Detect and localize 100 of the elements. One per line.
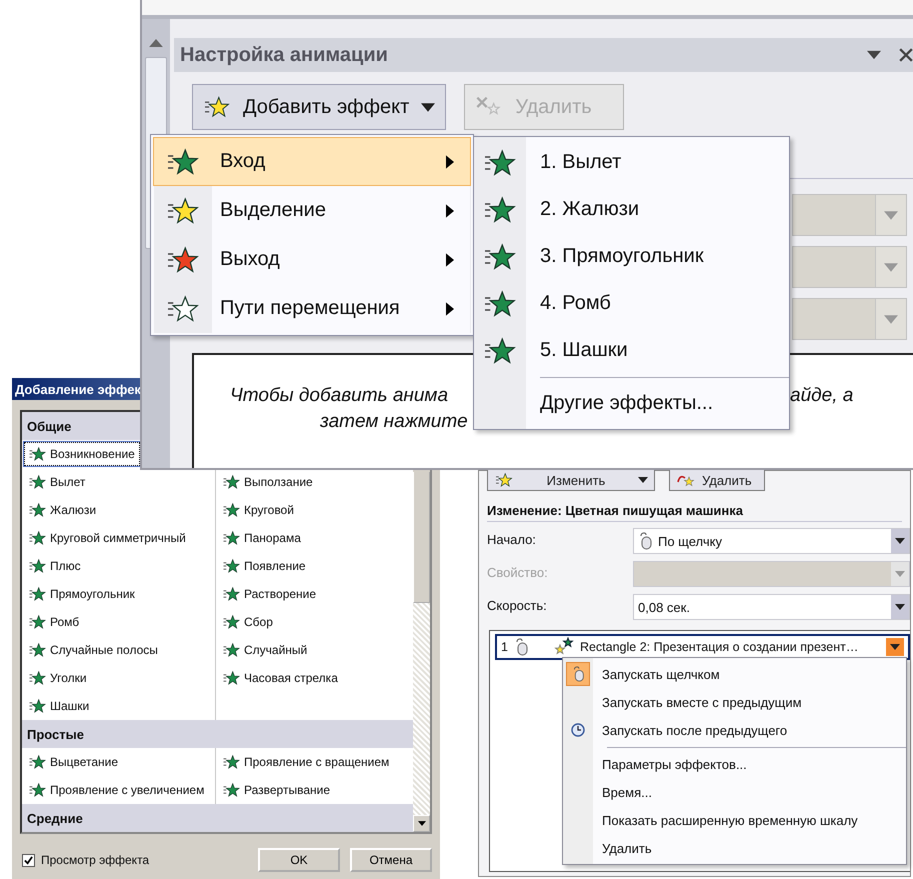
effect-item[interactable]: Проявление с вращением bbox=[218, 750, 394, 774]
star-icon bbox=[167, 146, 199, 176]
submenu-arrow-icon bbox=[446, 154, 454, 168]
star-icon bbox=[484, 242, 516, 272]
effect-item[interactable]: Круговой bbox=[218, 498, 299, 522]
effect-item[interactable]: Выползание bbox=[218, 470, 318, 494]
star-icon bbox=[29, 670, 46, 686]
star-icon bbox=[29, 558, 46, 574]
effect-item[interactable]: Выцветание bbox=[24, 750, 124, 774]
item-menu-button[interactable] bbox=[886, 638, 904, 656]
dropdown-caret-icon bbox=[895, 571, 905, 577]
effect-item[interactable]: Появление bbox=[218, 554, 311, 578]
mouse-icon bbox=[571, 666, 585, 682]
clock-icon bbox=[571, 722, 585, 738]
checkbox-label[interactable]: Просмотр эффекта bbox=[41, 853, 150, 867]
menu-item[interactable]: Запускать вместе с предыдущим bbox=[563, 688, 906, 716]
field-label: Свойство: bbox=[487, 564, 549, 580]
checkmark-icon bbox=[24, 856, 33, 864]
close-icon[interactable] bbox=[899, 48, 913, 62]
hint-text: айде, а bbox=[790, 385, 854, 407]
star-icon bbox=[167, 244, 199, 274]
dropdown-caret-icon bbox=[895, 604, 905, 610]
effect-item[interactable]: Растворение bbox=[218, 582, 322, 606]
field-label: Скорость: bbox=[487, 597, 548, 613]
menu-item[interactable]: 3. Прямоугольник bbox=[474, 233, 789, 280]
menu-item[interactable]: Показать расширенную временную шкалу bbox=[563, 806, 906, 834]
pane-title: Настройка анимации bbox=[180, 44, 389, 66]
effect-item[interactable]: Прямоугольник bbox=[24, 582, 140, 606]
dropdown-caret-icon bbox=[421, 102, 436, 112]
change-button[interactable]: Изменить bbox=[487, 469, 655, 491]
menu-item[interactable]: 1. Вылет bbox=[474, 139, 789, 186]
menu-item[interactable]: Параметры эффектов... bbox=[563, 750, 906, 778]
up-arrow-icon[interactable] bbox=[149, 39, 163, 47]
dropdown-caret-icon[interactable] bbox=[867, 48, 881, 62]
effect-item[interactable]: Уголки bbox=[24, 666, 92, 690]
remove-button[interactable]: Удалить bbox=[669, 469, 765, 491]
dropdown-caret-icon bbox=[895, 538, 905, 544]
dialog-button[interactable]: OK bbox=[258, 848, 340, 872]
horizontal-scrollbar[interactable] bbox=[142, 0, 913, 19]
menu-item[interactable]: Другие эффекты... bbox=[474, 380, 789, 427]
menu-item[interactable]: 2. Жалюзи bbox=[474, 186, 789, 233]
scroll-down-button[interactable] bbox=[413, 815, 430, 832]
star-icon bbox=[167, 294, 199, 324]
menu-item[interactable]: Время... bbox=[563, 778, 906, 806]
group-header: Средние bbox=[22, 804, 413, 832]
menu-item[interactable]: Выделение bbox=[153, 186, 471, 235]
effect-item[interactable]: Жалюзи bbox=[24, 498, 102, 522]
star-icon bbox=[494, 472, 514, 488]
effect-item[interactable]: Случайный bbox=[218, 638, 312, 662]
effect-item[interactable]: Панорама bbox=[218, 526, 306, 550]
effect-item[interactable]: Развертывание bbox=[218, 778, 336, 802]
submenu-arrow-icon bbox=[446, 252, 454, 266]
effect-item[interactable]: Вылет bbox=[24, 470, 90, 494]
dialog-button[interactable]: Отмена bbox=[350, 848, 432, 872]
star-icon bbox=[223, 670, 240, 686]
effect-item[interactable]: Сбор bbox=[218, 610, 278, 634]
menu-item[interactable]: 5. Шашки bbox=[474, 327, 789, 374]
star-icon bbox=[484, 288, 516, 318]
scroll-thumb[interactable] bbox=[413, 472, 430, 603]
down-arrow-icon bbox=[418, 821, 426, 826]
field-label: Начало: bbox=[487, 531, 537, 547]
star-icon bbox=[29, 754, 46, 770]
effect-item[interactable]: Возникновение bbox=[24, 442, 140, 466]
menu-item[interactable]: Запускать щелчком bbox=[563, 660, 906, 688]
star-icon bbox=[203, 95, 231, 119]
effect-item[interactable]: Плюс bbox=[24, 554, 86, 578]
submenu-arrow-icon bbox=[446, 204, 454, 218]
star-icon bbox=[223, 586, 240, 602]
star-icon bbox=[29, 530, 46, 546]
menu-item[interactable]: Выход bbox=[153, 235, 471, 284]
mouse-icon bbox=[514, 638, 528, 656]
star-icon bbox=[223, 614, 240, 630]
menu-item[interactable]: 4. Ромб bbox=[474, 280, 789, 327]
effect-item[interactable]: Часовая стрелка bbox=[218, 666, 343, 690]
star-icon bbox=[223, 642, 240, 658]
menu-item[interactable]: Пути перемещения bbox=[153, 284, 471, 333]
effect-item[interactable]: Круговой симметричный bbox=[24, 526, 191, 550]
star-icon bbox=[29, 642, 46, 658]
star-icon bbox=[484, 336, 516, 366]
submenu-arrow-icon bbox=[446, 302, 454, 316]
effect-item[interactable]: Ромб bbox=[24, 610, 84, 634]
dropdown-field[interactable]: По щелчку bbox=[633, 528, 910, 554]
add-effect-button[interactable]: Добавить эффект bbox=[192, 84, 446, 130]
star-icon bbox=[167, 196, 199, 226]
effect-item[interactable]: Проявление с увеличением bbox=[24, 778, 210, 802]
checkbox[interactable] bbox=[22, 854, 35, 866]
star-icon bbox=[29, 698, 46, 714]
menu-item[interactable]: Удалить bbox=[563, 834, 906, 862]
effect-item[interactable]: Шашки bbox=[24, 694, 94, 718]
dropdown-field[interactable]: 0,08 сек. bbox=[633, 594, 910, 620]
star-icon bbox=[223, 530, 240, 546]
effect-item[interactable]: Случайные полосы bbox=[24, 638, 163, 662]
dropdown-caret-icon bbox=[890, 644, 900, 650]
menu-item[interactable]: Запускать после предыдущего bbox=[563, 716, 906, 744]
menu-item[interactable]: Вход bbox=[153, 137, 471, 186]
star-icon bbox=[29, 474, 46, 490]
scrollbar[interactable] bbox=[413, 472, 430, 832]
dropdown-caret-icon bbox=[884, 314, 898, 324]
dropdown-caret-icon bbox=[638, 477, 648, 483]
star-icon bbox=[223, 502, 240, 518]
